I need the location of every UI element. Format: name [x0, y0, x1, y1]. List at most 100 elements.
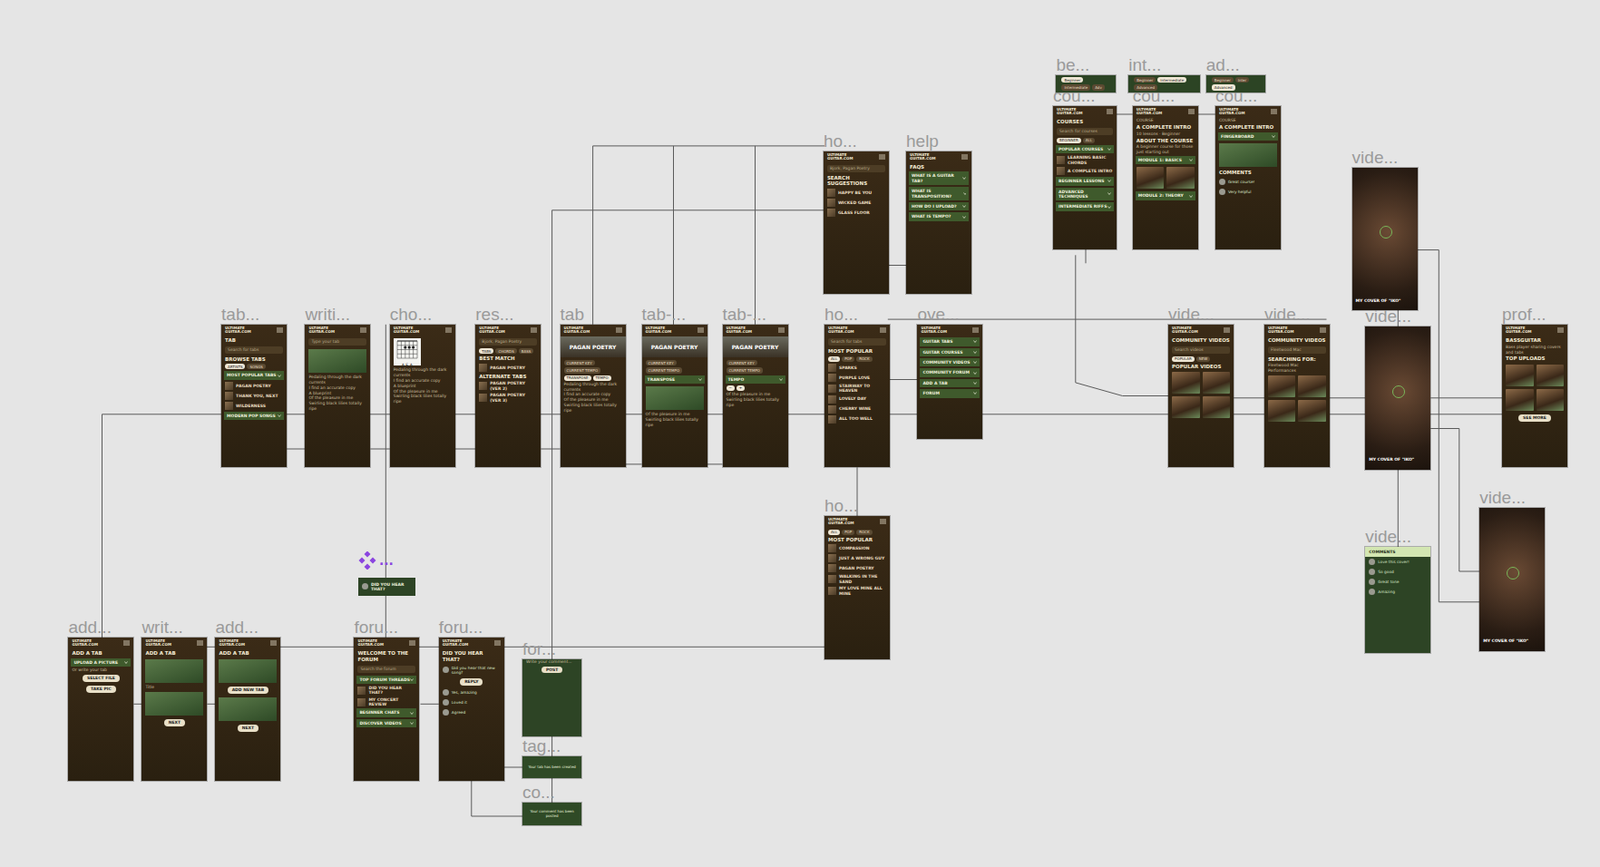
screen-frame[interactable]: ULTIMATE GUITAR.COMPAGAN POETRYCURRENT K…	[722, 324, 789, 469]
video-thumbnail[interactable]	[1268, 400, 1297, 422]
section-bar[interactable]: MODULE 1: BASICS	[1135, 156, 1196, 165]
menu-icon[interactable]	[196, 640, 204, 646]
chip[interactable]: Beginner	[1133, 77, 1156, 83]
screen-frame[interactable]: Write your comment...POST	[522, 659, 582, 738]
list-row[interactable]: ALL TOO WELL	[824, 414, 890, 425]
logo[interactable]: ULTIMATE GUITAR.COM	[442, 639, 469, 647]
logo[interactable]: ULTIMATE GUITAR.COM	[828, 326, 854, 334]
chip[interactable]: ROCK	[856, 356, 872, 362]
play-icon[interactable]	[1379, 225, 1393, 239]
search-field[interactable]: Search for tabs	[224, 346, 283, 354]
section-bar[interactable]: WHAT IS TEMPO?	[908, 212, 969, 221]
menu-icon[interactable]	[878, 154, 886, 160]
section-bar[interactable]: BEGINNER CHATS	[356, 708, 417, 717]
video-thumbnail[interactable]	[1536, 364, 1565, 387]
list-row[interactable]: MY LOVE MINE ALL MINE	[824, 585, 890, 597]
screen-frame[interactable]: ULTIMATE GUITAR.COMCOMMUNITY VIDEOSSearc…	[1168, 324, 1234, 469]
screen-frame[interactable]: ULTIMATE GUITAR.COMADD A TABTitleNEXT	[141, 637, 207, 781]
list-row[interactable]: COMPASSION	[824, 543, 890, 554]
screen-frame[interactable]: MY COVER OF "IKO"	[1365, 326, 1431, 470]
list-row[interactable]: PAGAN POETRY	[824, 563, 890, 574]
section-bar[interactable]: INTERMEDIATE RIFFS	[1055, 202, 1114, 211]
list-row[interactable]: WILDERNESS	[221, 400, 287, 411]
section-bar[interactable]: WHAT IS A GUITAR TAB?	[908, 171, 969, 186]
screen-frame[interactable]: ULTIMATE GUITAR.COMPAGAN POETRYCURRENT K…	[560, 324, 626, 469]
chip[interactable]: Beginner	[1061, 77, 1083, 83]
chip[interactable]: Beginner	[1211, 77, 1234, 83]
menu-icon[interactable]	[445, 327, 452, 333]
button[interactable]: ADD NEW TAB	[227, 686, 270, 694]
screen-frame[interactable]: ULTIMATE GUITAR.COMCOMMUNITY VIDEOSFleet…	[1264, 324, 1330, 469]
button[interactable]: SEE MORE	[1518, 414, 1552, 422]
chip[interactable]: CURRENT KEY	[645, 360, 677, 366]
section-bar[interactable]: HOW DO I UPLOAD?	[908, 202, 969, 211]
menu-icon[interactable]	[1557, 327, 1564, 333]
list-row[interactable]: PAGAN POETRY (VER 3)	[475, 391, 541, 404]
play-icon[interactable]	[1392, 385, 1405, 399]
section-bar[interactable]: FINGERBOARD	[1218, 132, 1279, 141]
video-thumbnail[interactable]	[1166, 166, 1195, 189]
list-row[interactable]: A COMPLETE INTRO	[1053, 165, 1117, 176]
section-bar[interactable]: GUITAR TABS	[919, 337, 980, 346]
list-row[interactable]: LEARNING BASIC CHORDS	[1053, 154, 1117, 166]
search-field[interactable]: Bjork, Pagan Poetry	[827, 165, 886, 173]
video-thumbnail[interactable]	[1171, 371, 1200, 394]
section-bar[interactable]: MOST POPULAR TABS	[224, 370, 284, 380]
list-row[interactable]: WICKED GAME	[823, 197, 889, 208]
menu-icon[interactable]	[360, 327, 367, 333]
list-row[interactable]: PURPLE LOVE	[824, 372, 890, 383]
screen-frame[interactable]: ULTIMATE GUITAR.COMTABSearch for tabsBRO…	[221, 324, 287, 469]
logo[interactable]: ULTIMATE GUITAR.COM	[393, 326, 420, 334]
screen-frame[interactable]: ULTIMATE GUITAR.COMA E APedaling through…	[390, 324, 456, 469]
video-thumbnail[interactable]	[1268, 375, 1297, 398]
chip[interactable]: Inter	[1235, 77, 1249, 83]
screen-frame[interactable]: ULTIMATE GUITAR.COMWELCOME TO THE FORUMS…	[353, 637, 420, 781]
section-bar[interactable]: FORUM	[919, 389, 980, 398]
list-row[interactable]: CHERRY WINE	[824, 404, 890, 415]
menu-icon[interactable]	[1319, 327, 1327, 333]
section-bar[interactable]: COMMUNITY VIDEOS	[919, 358, 980, 367]
button[interactable]: POST	[541, 666, 563, 674]
screen-frame[interactable]: ULTIMATE GUITAR.COMSearch for tabsMOST P…	[824, 324, 890, 469]
logo[interactable]: ULTIMATE GUITAR.COM	[726, 326, 752, 334]
logo[interactable]: ULTIMATE GUITAR.COM	[224, 326, 251, 334]
screen-frame[interactable]: ULTIMATE GUITAR.COMBjork, Pagan PoetrySE…	[823, 151, 889, 295]
section-bar[interactable]: TRANSPOSE	[644, 375, 705, 384]
section-bar[interactable]: POPULAR COURSES	[1055, 145, 1114, 154]
section-bar[interactable]: GUITAR COURSES	[919, 348, 980, 357]
video-thumbnail[interactable]	[1505, 364, 1534, 387]
logo[interactable]: ULTIMATE GUITAR.COM	[909, 153, 936, 161]
logo[interactable]: ULTIMATE GUITAR.COM	[1268, 326, 1294, 334]
chip[interactable]: −	[726, 385, 735, 391]
logo[interactable]: ULTIMATE GUITAR.COM	[1171, 326, 1198, 334]
chip[interactable]: TRANSPOSE	[564, 375, 592, 381]
logo[interactable]: ULTIMATE GUITAR.COM	[308, 326, 334, 334]
chip[interactable]: POP	[841, 356, 855, 362]
logo[interactable]: ULTIMATE GUITAR.COM	[1136, 107, 1162, 116]
button[interactable]: REPLY	[459, 678, 483, 686]
menu-icon[interactable]	[270, 640, 277, 646]
logo[interactable]: ULTIMATE GUITAR.COM	[218, 639, 244, 647]
list-row[interactable]: JUST A WRONG GUY	[824, 553, 890, 564]
list-row[interactable]: PAGAN POETRY (VER 2)	[475, 380, 541, 392]
list-row[interactable]: WALKING IN THE SAND	[824, 573, 890, 586]
menu-icon[interactable]	[615, 327, 623, 333]
menu-icon[interactable]	[409, 640, 416, 646]
logo[interactable]: ULTIMATE GUITAR.COM	[71, 639, 98, 647]
logo[interactable]: ULTIMATE GUITAR.COM	[478, 326, 505, 334]
logo[interactable]: ULTIMATE GUITAR.COM	[645, 326, 672, 334]
logo[interactable]: ULTIMATE GUITAR.COM	[145, 639, 171, 647]
screen-frame[interactable]: MY COVER OF "IKO"	[1352, 167, 1418, 312]
button[interactable]: NEXT	[164, 719, 186, 727]
video-thumbnail[interactable]	[1202, 371, 1231, 394]
chip[interactable]: BASS	[518, 348, 535, 354]
screen-frame[interactable]: ULTIMATE GUITAR.COMADD A TABADD NEW TABN…	[214, 637, 281, 781]
logo[interactable]: ULTIMATE GUITAR.COM	[1219, 107, 1245, 116]
list-row[interactable]: MY CONCERT REVIEW	[353, 696, 420, 709]
video-thumbnail[interactable]	[1297, 400, 1327, 422]
chip[interactable]: POP	[841, 529, 855, 536]
menu-icon[interactable]	[972, 327, 979, 333]
screen-frame[interactable]: ULTIMATE GUITAR.COMALLPOPROCKMOST POPULA…	[824, 516, 890, 660]
screen-frame[interactable]: ULTIMATE GUITAR.COMPAGAN POETRYCURRENT K…	[642, 324, 708, 469]
menu-icon[interactable]	[697, 327, 704, 333]
